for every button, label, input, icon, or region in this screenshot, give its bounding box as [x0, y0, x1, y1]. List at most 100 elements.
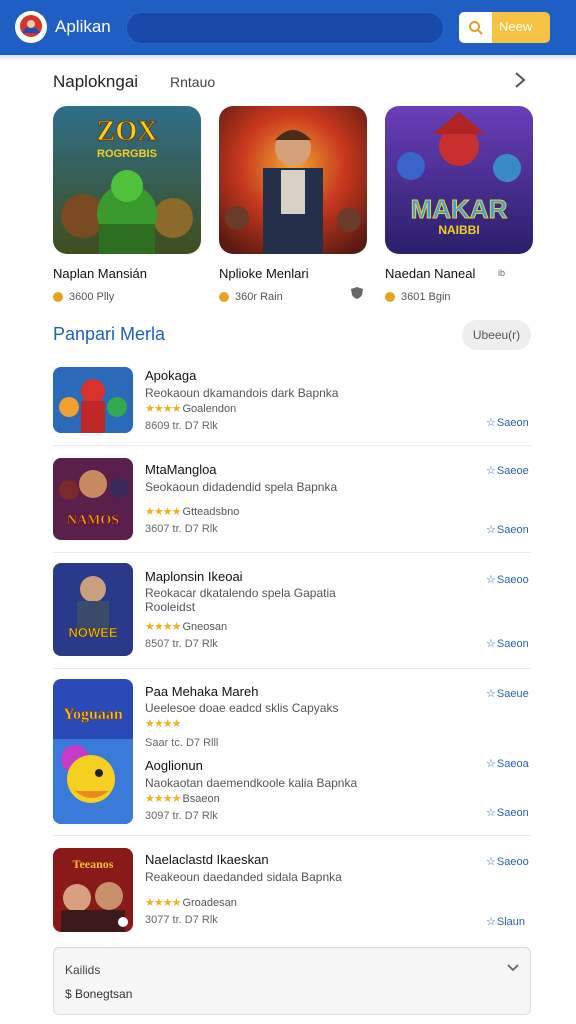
favorite-button-label: Saeon — [496, 638, 529, 650]
list-item-rating-text: Gtteadsbno — [182, 506, 240, 518]
thumbnail-art-text: NOWEE — [68, 625, 117, 640]
featured-card-title: Nplioke Menlari — [219, 266, 309, 281]
thumbnail-art-text: NAMOS — [67, 513, 119, 528]
divider — [53, 445, 531, 446]
coin-icon — [53, 292, 63, 302]
list-item-meta: 3077 tr. D7 Rlk — [145, 914, 218, 926]
search-icon-area[interactable] — [459, 12, 492, 43]
favorite-button-label: Saeon — [496, 417, 529, 429]
divider — [53, 835, 531, 836]
thumbnail-art-text: Yoguaan — [63, 706, 123, 723]
rating-stars-icon: ★★★★ — [145, 897, 181, 909]
app-logo-icon[interactable] — [15, 11, 47, 43]
search-new-button[interactable]: Neew — [459, 12, 550, 43]
list-item-rating-text: Gneosan — [182, 621, 228, 633]
list-item-title[interactable]: Apokaga — [145, 368, 196, 383]
list-item-title[interactable]: Maplonsin Ikeoai — [145, 569, 243, 584]
rating-stars-icon: ★★★★ — [145, 621, 181, 633]
chevron-down-icon[interactable] — [506, 962, 520, 974]
favorite-button[interactable]: ☆Saeon — [486, 523, 529, 536]
list-item-thumbnail[interactable]: Teeanos — [53, 848, 133, 932]
star-outline-icon: ☆ — [486, 758, 496, 770]
featured-card-meta-text: 3601 Bgin — [401, 291, 451, 303]
list-item-thumbnail[interactable] — [53, 367, 133, 433]
featured-card-extra-mark: ib — [498, 268, 506, 278]
favorite-button[interactable]: ☆Saeon — [486, 806, 529, 819]
featured-card-meta: 360r Rain — [219, 291, 367, 303]
star-outline-icon: ☆ — [486, 417, 496, 429]
favorite-button-label: Saeoa — [496, 758, 529, 770]
star-outline-icon: ☆ — [486, 638, 496, 650]
list-item-meta: Saar tc. D7 Rlll — [145, 737, 219, 749]
favorite-button[interactable]: ☆Saeon — [486, 637, 529, 650]
featured-card-image[interactable]: ZOX ROGRGBIS — [53, 106, 201, 254]
featured-card[interactable]: Nplioke Menlari 360r Rain — [219, 106, 367, 303]
list-item-rating-text: Goalendon — [182, 403, 237, 415]
list-item-title[interactable]: Aoglionun — [145, 758, 203, 773]
favorite-button[interactable]: ☆Saeoo — [486, 855, 529, 868]
list-item-description: Reokaoun dkamandois dark Bapnka — [145, 386, 339, 400]
featured-card-title: Naplan Mansián — [53, 266, 147, 281]
featured-card-meta: 3600 Plly — [53, 291, 201, 303]
featured-art-subtitle: NAIBBI — [438, 223, 479, 237]
header-shadow — [0, 55, 576, 61]
list-item-description: Naokaotan daemendkoole kalia Bapnka — [145, 776, 358, 790]
list-item-rating: ★★★★ Groadesan — [145, 896, 237, 909]
see-all-button[interactable]: Ubeeu(r) — [462, 320, 531, 350]
rating-stars-icon: ★★★★ — [145, 506, 181, 518]
list-item-meta: 8507 tr. D7 Rlk — [145, 638, 218, 650]
rating-stars-icon: ★★★★ — [145, 718, 181, 730]
coin-icon — [219, 292, 229, 302]
featured-card-image[interactable]: MAKAR NAIBBI — [385, 106, 533, 254]
favorite-button[interactable]: ☆Saeoa — [486, 757, 529, 770]
featured-card[interactable]: MAKAR NAIBBI Naedan Naneal 3601 Bgin — [385, 106, 533, 303]
favorite-button-label: Saeoo — [496, 856, 529, 868]
featured-card-meta-text: 3600 Plly — [69, 291, 115, 303]
favorite-button-label: Saeoe — [496, 465, 529, 477]
star-outline-icon: ☆ — [486, 807, 496, 819]
star-outline-icon: ☆ — [486, 856, 496, 868]
chevron-right-icon[interactable] — [512, 70, 528, 90]
expandable-card-title: Kailids — [65, 963, 101, 977]
star-outline-icon: ☆ — [486, 916, 496, 928]
featured-art-title: ZOX — [97, 116, 158, 147]
list-item-meta: 3607 tr. D7 Rlk — [145, 523, 218, 535]
list-item-description: Reokacar dkatalendo spela Gapatia — [145, 586, 336, 600]
list-item-description: Reakeoun daedanded sidala Bapnka — [145, 870, 342, 884]
list-item-description: Ueelesoe doae eadcd sklis Capyaks — [145, 701, 339, 715]
featured-section-title: Naplokngai — [53, 72, 139, 91]
rating-stars-icon: ★★★★ — [145, 403, 181, 415]
featured-card-meta: 3601 Bgin — [385, 291, 533, 303]
search-input[interactable] — [126, 12, 444, 44]
featured-card[interactable]: ZOX ROGRGBIS Naplan Mansián 3600 Plly — [53, 106, 201, 303]
list-item-title[interactable]: Paa Mehaka Mareh — [145, 684, 258, 699]
list-item-thumbnail[interactable]: NOWEE — [53, 563, 133, 656]
featured-section-subtitle[interactable]: Rntauo — [170, 74, 215, 90]
favorite-button[interactable]: ☆Saeon — [486, 416, 529, 429]
search-icon — [469, 21, 483, 35]
favorite-button[interactable]: ☆Saeoo — [486, 573, 529, 586]
list-item-title[interactable]: Naelaclastd Ikaeskan — [145, 852, 269, 867]
rating-stars-icon: ★★★★ — [145, 793, 181, 805]
list-item-rating: ★★★★ — [145, 717, 182, 730]
featured-card-title: Naedan Naneal — [385, 266, 476, 281]
list-item-description-extra: Rooleidst — [145, 600, 196, 614]
list-item-meta: 3097 tr. D7 Rlk — [145, 810, 218, 822]
favorite-button-label: Saeoo — [496, 574, 529, 586]
favorite-button[interactable]: ☆Saeue — [486, 687, 529, 700]
favorite-button[interactable]: ☆Saeoe — [486, 464, 529, 477]
list-item-rating: ★★★★ Goalendon — [145, 402, 236, 415]
star-outline-icon: ☆ — [486, 465, 496, 477]
popular-section-title: Panpari Merla — [53, 324, 166, 344]
list-item-title[interactable]: MtaMangloa — [145, 462, 217, 477]
list-item-rating: ★★★★ Gtteadsbno — [145, 505, 239, 518]
favorite-button-label: Slaun — [496, 916, 526, 928]
favorite-button-label: Saeue — [496, 688, 529, 700]
list-item-thumbnail[interactable]: Yoguaan — [53, 679, 133, 824]
favorite-button[interactable]: ☆Slaun — [486, 915, 525, 928]
list-item-rating: ★★★★ Bsaeon — [145, 792, 220, 805]
list-item-rating: ★★★★ Gneosan — [145, 620, 227, 633]
expandable-card[interactable]: Kailids $ Bonegtsan — [53, 947, 531, 1015]
featured-card-image[interactable] — [219, 106, 367, 254]
list-item-thumbnail[interactable]: NAMOS — [53, 458, 133, 540]
